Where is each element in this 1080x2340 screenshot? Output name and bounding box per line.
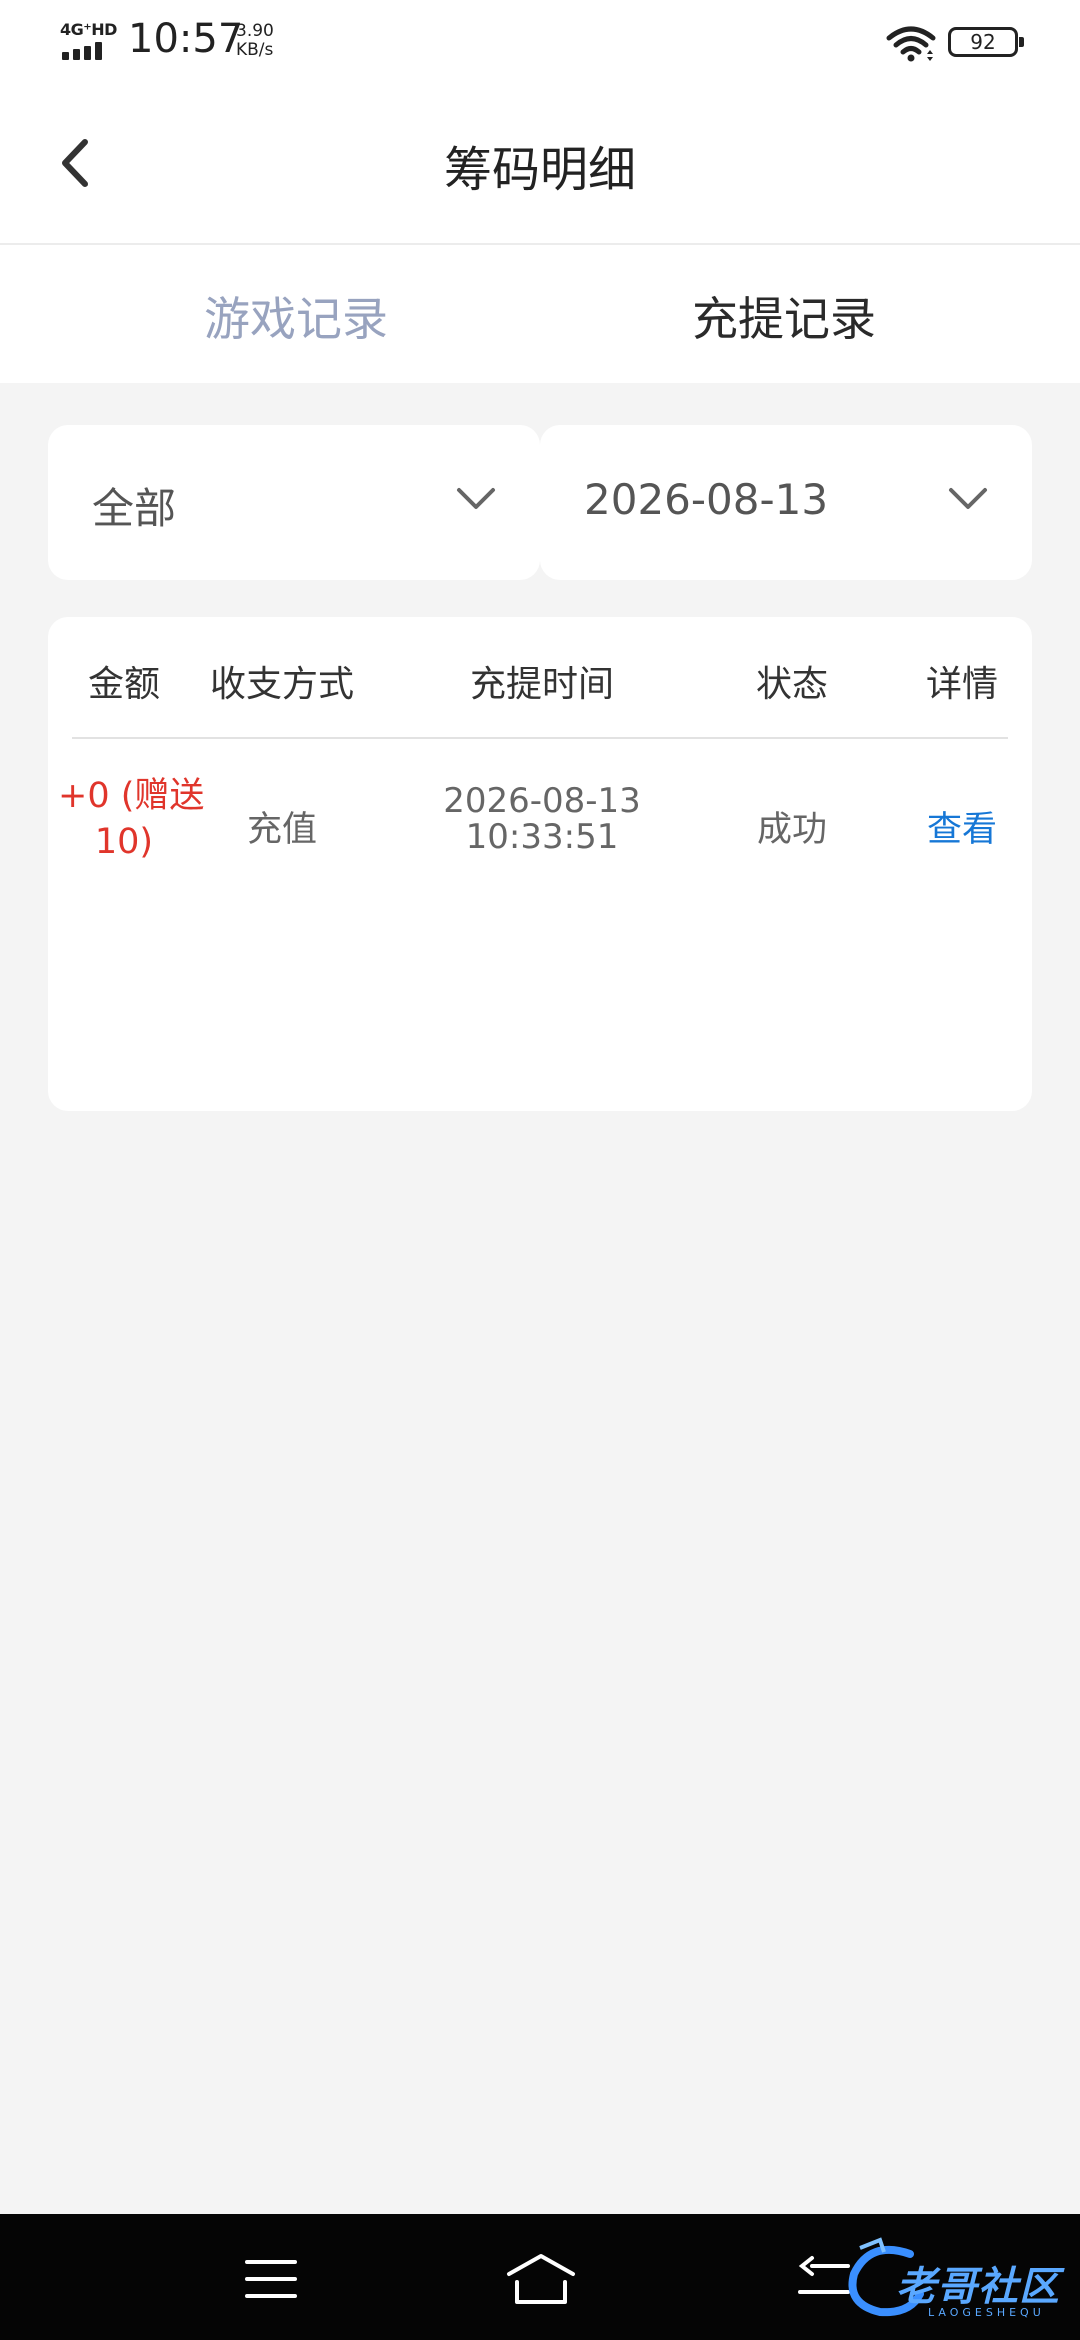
network-speed-value: 3.90 [236,21,274,41]
table-header: 金额 收支方式 充提时间 状态 详情 [72,617,1008,739]
cellular-signal-icon: 4G⁺HD [60,20,117,60]
date-filter-value: 2026-08-13 [584,475,829,524]
column-header-status: 状态 [755,664,828,705]
row-amount-line2: 10) [94,822,154,862]
table-row: +0 (赠送 10) 充值 2026-08-13 10:33:51 成功 查看 [58,739,1008,939]
chevron-down-icon [457,488,495,509]
chevron-down-icon [949,488,987,509]
row-time: 2026-08-13 10:33:51 [442,783,642,855]
row-status: 成功 [756,810,827,850]
watermark-logo: 老哥社区 LAOGESHEQU [836,2228,1080,2336]
row-amount-line1: +0 (赠送 [58,776,205,816]
home-icon[interactable] [505,2252,577,2306]
row-method: 充值 [246,810,317,850]
watermark-text: 老哥社区 [896,2264,1060,2310]
row-amount: +0 (赠送 10) [58,773,204,865]
row-clock-time: 10:33:51 [465,817,619,857]
network-type: 4G⁺HD [60,20,117,39]
column-header-time: 充提时间 [469,664,614,705]
status-time: 10:57 [128,16,244,62]
menu-icon[interactable] [245,2258,297,2300]
tab-game-records[interactable]: 游戏记录 [26,283,566,349]
tab-bar: 游戏记录 充提记录 [0,245,1080,383]
wifi-icon [886,26,936,62]
watermark-subtext: LAOGESHEQU [928,2306,1045,2319]
network-speed-unit: KB/s [236,40,274,60]
records-table: 金额 收支方式 充提时间 状态 详情 +0 (赠送 10) 充值 2026-08… [48,617,1032,1111]
column-header-detail: 详情 [925,664,998,705]
system-nav-bar: 老哥社区 LAOGESHEQU [0,2214,1080,2340]
column-header-method: 收支方式 [209,664,354,705]
type-filter-dropdown[interactable]: 全部 [48,425,540,580]
header: 筹码明细 [0,82,1080,245]
status-bar: 4G⁺HD 10:57 3.90 KB/s 92 [0,0,1080,82]
network-speed: 3.90 KB/s [236,22,274,60]
column-header-amount: 金额 [87,664,160,705]
type-filter-value: 全部 [92,484,177,533]
view-detail-link[interactable]: 查看 [902,801,1022,852]
battery-level: 92 [970,30,996,54]
date-filter-dropdown[interactable]: 2026-08-13 [540,425,1032,580]
battery-icon: 92 [948,27,1024,57]
page-title: 筹码明细 [443,142,636,198]
row-date: 2026-08-13 [443,781,641,821]
tab-recharge-records[interactable]: 充提记录 [514,283,1054,349]
